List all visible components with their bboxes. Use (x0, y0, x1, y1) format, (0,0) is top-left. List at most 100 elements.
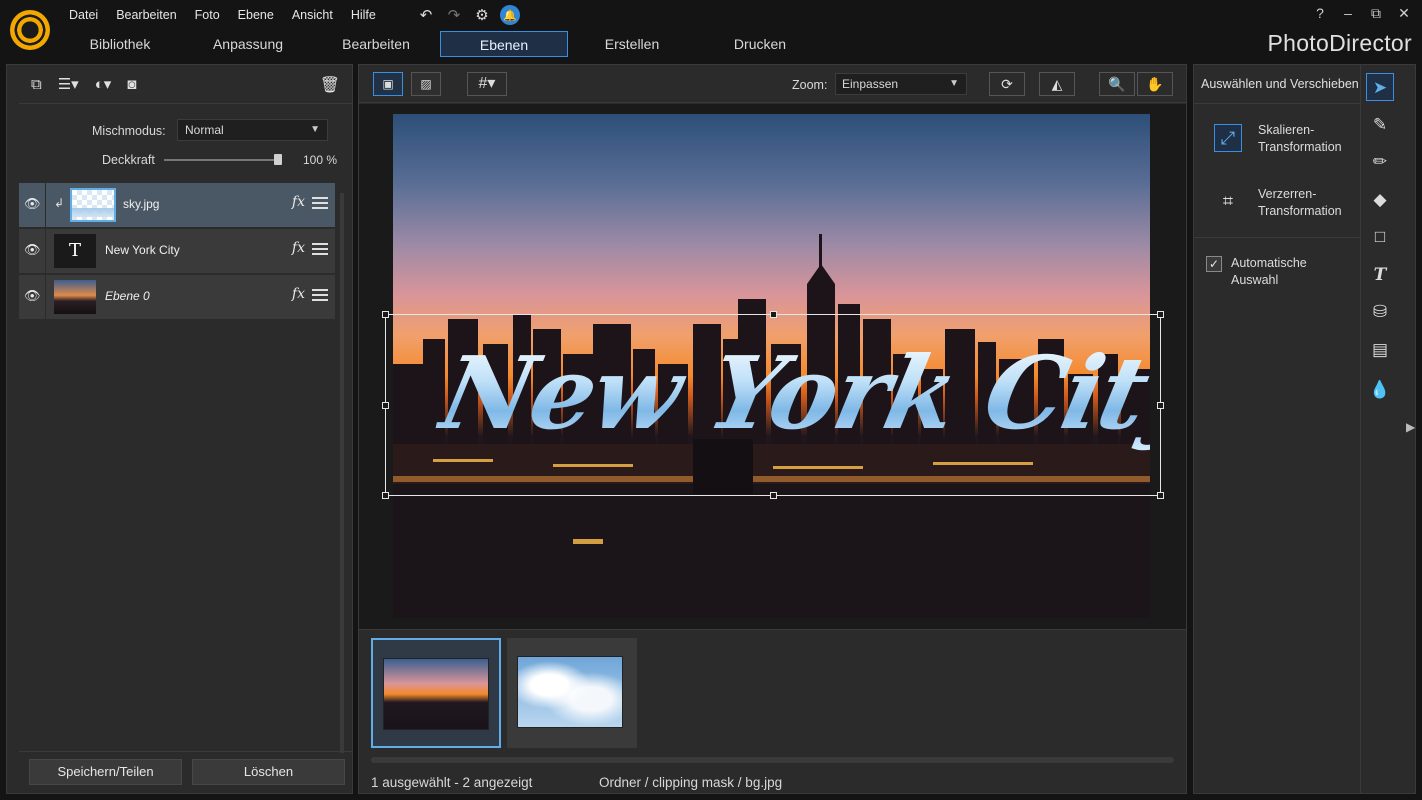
zoom-select[interactable]: Einpassen ▼ (835, 73, 967, 95)
rotate-icon[interactable]: ⟳ (989, 72, 1025, 96)
restore-icon[interactable]: ⧉ (1368, 5, 1384, 22)
help-icon[interactable]: ? (1312, 5, 1328, 22)
layer-name: sky.jpg (123, 197, 160, 211)
selection-status: 1 ausgewählt - 2 angezeigt (371, 775, 533, 790)
layer-thumbnail (54, 280, 96, 314)
quick-actions: ↶ ↷ ⚙ 🔔 (416, 5, 520, 25)
layer-thumbnail (70, 188, 116, 222)
gradient-icon[interactable]: ▤ (1366, 336, 1394, 364)
resize-handle[interactable] (1157, 402, 1164, 409)
divider (45, 229, 46, 273)
fx-icon[interactable]: fx (292, 286, 305, 302)
distort-transform-label: Verzerren- Transformation (1258, 187, 1342, 218)
save-share-button[interactable]: Speichern/Teilen (29, 759, 182, 785)
opacity-slider-thumb[interactable] (274, 154, 282, 165)
scale-transform-icon: ⤢ (1214, 124, 1242, 152)
layers-scrollbar[interactable] (340, 193, 344, 753)
flip-icon[interactable]: ◭ (1039, 72, 1075, 96)
canvas-area[interactable]: New York City (359, 104, 1186, 629)
window-controls: ? – ⧉ ✕ (1312, 5, 1412, 22)
zoom-magnifier-icon[interactable]: 🔍 (1099, 72, 1135, 96)
settings-gear-icon[interactable]: ⚙ (472, 5, 492, 25)
tab-drucken[interactable]: Drucken (696, 31, 824, 57)
divider (1194, 237, 1360, 238)
delete-button[interactable]: Löschen (192, 759, 345, 785)
tab-bibliothek[interactable]: Bibliothek (56, 31, 184, 57)
grid-icon[interactable]: #▾ (467, 72, 507, 96)
rectangle-icon[interactable]: □ (1366, 223, 1394, 251)
viewer-panel: ▣ ▨ #▾ Zoom: Einpassen ▼ ⟳ ◭ 🔍 ✋ New Yor… (358, 64, 1187, 794)
close-icon[interactable]: ✕ (1396, 5, 1412, 22)
eraser-icon[interactable]: ◆ (1366, 186, 1394, 214)
blend-mode-select[interactable]: Normal ▼ (177, 119, 328, 141)
pencil-icon[interactable]: ✏ (1366, 148, 1394, 176)
menu-ebene[interactable]: Ebene (229, 7, 283, 24)
tool-column: ➤ ✎ ✏ ◆ □ T ⛁ ▤ 💧 (1366, 73, 1402, 413)
chevron-down-icon: ▼ (949, 78, 959, 89)
layer-mask-icon[interactable]: ◙ (127, 76, 136, 93)
layer-row-sky[interactable]: 👁 ↲ sky.jpg fx (19, 183, 335, 227)
filmstrip-scrollbar[interactable] (371, 757, 1174, 763)
add-layer-icon[interactable]: ⧉ (31, 76, 42, 93)
fx-icon[interactable]: fx (292, 240, 305, 256)
fx-icon[interactable]: fx (292, 194, 305, 210)
layer-row-text[interactable]: 👁 T New York City fx (19, 229, 335, 273)
pan-hand-icon[interactable]: ✋ (1137, 72, 1173, 96)
tab-bearbeiten[interactable]: Bearbeiten (312, 31, 440, 57)
fill-bucket-icon[interactable]: ⛁ (1366, 298, 1394, 326)
visibility-eye-icon[interactable]: 👁 (24, 196, 41, 212)
blur-drop-icon[interactable]: 💧 (1366, 376, 1394, 404)
resize-handle[interactable] (382, 402, 389, 409)
distort-transform-option[interactable]: ⌗ Verzerren- Transformation (1214, 186, 1354, 222)
adjustment-layer-icon[interactable]: ◐▾ (95, 75, 112, 93)
layer-settings-icon[interactable] (312, 240, 328, 258)
layers-panel: ⧉ ☰▾ ◐▾ ◙ 🗑 Mischmodus: Normal ▼ Deckkra… (6, 64, 353, 794)
tool-title: Auswählen und Verschieben (1201, 77, 1359, 91)
visibility-eye-icon[interactable]: 👁 (24, 242, 41, 258)
resize-handle[interactable] (1157, 492, 1164, 499)
resize-handle[interactable] (382, 311, 389, 318)
compare-view-icon[interactable]: ▨ (411, 72, 441, 96)
menu-datei[interactable]: Datei (60, 7, 107, 24)
brush-selection-icon[interactable]: ✎ (1366, 111, 1394, 139)
resize-handle[interactable] (1157, 311, 1164, 318)
layer-settings-icon[interactable] (312, 194, 328, 212)
menu-bar: Datei Bearbeiten Foto Ebene Ansicht Hilf… (60, 7, 385, 24)
tab-erstellen[interactable]: Erstellen (568, 31, 696, 57)
layer-list: 👁 ↲ sky.jpg fx 👁 T New York City fx 👁 Eb… (19, 183, 335, 321)
auto-select-checkbox[interactable]: ✓ (1206, 256, 1222, 272)
collapse-right-panel-icon[interactable]: ▶ (1406, 420, 1415, 434)
filmstrip-item-sky[interactable] (507, 638, 637, 748)
resize-handle[interactable] (770, 492, 777, 499)
resize-handle[interactable] (770, 311, 777, 318)
single-view-icon[interactable]: ▣ (373, 72, 403, 96)
redo-icon[interactable]: ↷ (444, 5, 464, 25)
app-brand: PhotoDirector (1267, 30, 1412, 56)
app-logo-icon (10, 10, 50, 50)
zoom-value: Einpassen (842, 77, 899, 91)
transform-bounding-box[interactable] (382, 311, 1164, 499)
scale-transform-option[interactable]: ⤢ Skalieren- Transformation (1214, 122, 1354, 158)
minimize-icon[interactable]: – (1340, 5, 1356, 22)
layer-row-background[interactable]: 👁 Ebene 0 fx (19, 275, 335, 319)
menu-foto[interactable]: Foto (186, 7, 229, 24)
menu-hilfe[interactable]: Hilfe (342, 7, 385, 24)
chevron-down-icon: ▼ (310, 124, 320, 135)
tab-anpassung[interactable]: Anpassung (184, 31, 312, 57)
select-arrow-icon[interactable]: ➤ (1366, 73, 1394, 101)
layer-menu-icon[interactable]: ☰▾ (58, 75, 79, 93)
menu-ansicht[interactable]: Ansicht (283, 7, 342, 24)
tab-ebenen[interactable]: Ebenen (440, 31, 568, 57)
filmstrip-item-bg[interactable] (371, 638, 501, 748)
text-icon[interactable]: T (1366, 261, 1394, 289)
visibility-eye-icon[interactable]: 👁 (24, 288, 41, 304)
resize-handle[interactable] (382, 492, 389, 499)
delete-layer-icon[interactable]: 🗑 (320, 75, 340, 95)
notification-bell-icon[interactable]: 🔔 (500, 5, 520, 25)
opacity-slider-track[interactable] (164, 159, 281, 161)
layer-settings-icon[interactable] (312, 286, 328, 304)
undo-icon[interactable]: ↶ (416, 5, 436, 25)
thumbnail-image (517, 656, 623, 728)
menu-bearbeiten[interactable]: Bearbeiten (107, 7, 185, 24)
divider (19, 751, 352, 752)
